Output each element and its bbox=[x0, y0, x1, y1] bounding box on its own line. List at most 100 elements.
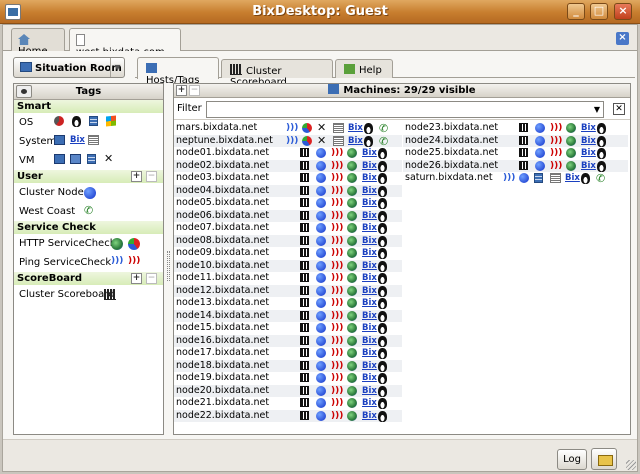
bix-icon[interactable]: Bix bbox=[362, 298, 377, 308]
blue-dot-icon[interactable] bbox=[534, 160, 545, 171]
tag-vm[interactable]: VM ✕ bbox=[14, 151, 163, 170]
bix-icon[interactable]: Bix bbox=[581, 161, 596, 171]
bars-icon[interactable] bbox=[519, 148, 528, 157]
linux-icon[interactable] bbox=[377, 398, 387, 409]
ping-icon[interactable]: ))) bbox=[550, 136, 562, 146]
machine-row[interactable]: node24.bixdata.net))) Bix bbox=[403, 134, 628, 147]
ping-icon[interactable]: ))) bbox=[331, 286, 343, 296]
bix-icon[interactable]: Bix bbox=[362, 311, 377, 321]
bix-icon[interactable]: Bix bbox=[362, 186, 377, 196]
expand-all-button[interactable]: + bbox=[176, 85, 187, 96]
linux-icon[interactable] bbox=[377, 323, 387, 334]
remove-user-tag-button[interactable]: − bbox=[146, 171, 157, 182]
bars-icon[interactable] bbox=[300, 198, 309, 207]
blue-dot-icon[interactable] bbox=[315, 260, 326, 271]
ping-icon[interactable]: ))) bbox=[331, 211, 343, 221]
tag-cluster-nodes[interactable]: Cluster Nodes bbox=[14, 183, 163, 202]
bars-icon[interactable] bbox=[300, 310, 309, 320]
machine-row[interactable]: node19.bixdata.net))) Bix bbox=[174, 372, 402, 385]
bix-icon[interactable]: Bix bbox=[348, 136, 363, 146]
tag-west-coast[interactable]: West Coast ✆ bbox=[14, 202, 163, 221]
machine-row[interactable]: node08.bixdata.net))) Bix bbox=[174, 234, 402, 247]
machine-row[interactable]: node09.bixdata.net))) Bix bbox=[174, 247, 402, 260]
ping-icon[interactable]: ))) bbox=[331, 261, 343, 271]
ping-icon[interactable]: ))) bbox=[286, 123, 298, 133]
ping-icon[interactable]: ))) bbox=[331, 248, 343, 258]
bix-icon[interactable]: Bix bbox=[581, 123, 596, 133]
linux-icon[interactable] bbox=[596, 148, 606, 159]
chevron-down-icon[interactable]: ▼ bbox=[110, 58, 124, 77]
blue-dot-icon[interactable] bbox=[315, 285, 326, 296]
blue-dot-icon[interactable] bbox=[315, 298, 326, 308]
server-icon[interactable] bbox=[534, 173, 543, 183]
tab-home[interactable]: Home bbox=[11, 28, 65, 57]
ping-icon[interactable]: ))) bbox=[550, 123, 562, 133]
phone-icon[interactable]: ✆ bbox=[379, 136, 389, 147]
globe-icon[interactable] bbox=[346, 298, 357, 308]
ping-icon[interactable]: ))) bbox=[331, 398, 343, 408]
globe-icon[interactable] bbox=[346, 198, 357, 208]
panel-splitter[interactable] bbox=[167, 251, 170, 281]
bix-icon[interactable]: Bix bbox=[348, 123, 363, 133]
ping-icon[interactable]: ))) bbox=[331, 148, 343, 158]
tag-os[interactable]: OS bbox=[14, 113, 163, 132]
blue-dot-icon[interactable] bbox=[315, 335, 326, 346]
linux-icon[interactable] bbox=[72, 116, 81, 127]
blue-dot-icon[interactable] bbox=[315, 348, 326, 358]
bars-icon[interactable] bbox=[300, 223, 309, 232]
blue-dot-icon[interactable] bbox=[315, 248, 326, 258]
machine-row[interactable]: node22.bixdata.net))) Bix bbox=[174, 409, 402, 422]
bars-icon[interactable] bbox=[300, 385, 309, 395]
linux-icon[interactable] bbox=[377, 148, 387, 159]
linux-icon[interactable] bbox=[363, 135, 373, 147]
linux-icon[interactable] bbox=[596, 135, 606, 147]
ping-icon[interactable]: ))) bbox=[331, 161, 343, 171]
machine-row[interactable]: node01.bixdata.net))) Bix bbox=[174, 147, 402, 160]
globe-icon[interactable] bbox=[346, 235, 357, 246]
bix-icon[interactable]: Bix bbox=[362, 198, 377, 208]
tag-system[interactable]: System Bix bbox=[14, 132, 163, 151]
linux-icon[interactable] bbox=[377, 235, 387, 247]
ping-icon[interactable]: ))) bbox=[331, 273, 343, 283]
bars-icon[interactable] bbox=[519, 123, 528, 132]
machine-row[interactable]: node16.bixdata.net))) Bix bbox=[174, 334, 402, 347]
globe-icon[interactable] bbox=[346, 310, 357, 321]
globe-icon[interactable] bbox=[565, 160, 576, 171]
globe-icon[interactable] bbox=[346, 210, 357, 221]
bars-icon[interactable] bbox=[300, 298, 309, 307]
linux-icon[interactable] bbox=[377, 173, 387, 184]
filter-input[interactable] bbox=[206, 101, 604, 118]
tab-help[interactable]: Help bbox=[335, 59, 393, 78]
pie-icon[interactable] bbox=[301, 123, 312, 133]
ping-icon[interactable]: ))) bbox=[331, 298, 343, 308]
linux-icon[interactable] bbox=[377, 285, 387, 297]
bars-icon[interactable] bbox=[300, 323, 309, 332]
machine-row[interactable]: node05.bixdata.net))) Bix bbox=[174, 197, 402, 210]
ping-icon[interactable]: ))) bbox=[331, 223, 343, 233]
bars-icon[interactable] bbox=[300, 410, 309, 420]
globe-icon[interactable] bbox=[565, 135, 576, 146]
bars-icon[interactable] bbox=[300, 335, 309, 345]
machine-row[interactable]: node02.bixdata.net))) Bix bbox=[174, 159, 402, 172]
linux-icon[interactable] bbox=[377, 373, 387, 384]
blue-dot-icon[interactable] bbox=[315, 235, 326, 246]
linux-icon[interactable] bbox=[596, 123, 606, 134]
ping-icon[interactable]: ))) bbox=[331, 311, 343, 321]
machine-row[interactable]: node15.bixdata.net))) Bix bbox=[174, 322, 402, 335]
bars-icon[interactable] bbox=[519, 135, 528, 145]
bix-icon[interactable]: Bix bbox=[362, 323, 377, 333]
bars-icon[interactable] bbox=[300, 235, 309, 245]
ping-icon[interactable]: ))) bbox=[331, 411, 343, 421]
bix-icon[interactable]: Bix bbox=[362, 161, 377, 171]
blue-dot-icon[interactable] bbox=[315, 185, 326, 196]
bix-icon[interactable]: Bix bbox=[362, 398, 377, 408]
tag-http-check[interactable]: HTTP ServiceCheck bbox=[14, 234, 163, 253]
blue-dot-icon[interactable] bbox=[518, 173, 529, 183]
rack-icon[interactable] bbox=[549, 173, 561, 183]
ping-icon[interactable]: ))) bbox=[331, 236, 343, 246]
globe-icon[interactable] bbox=[565, 148, 576, 158]
machine-row[interactable]: mars.bixdata.net))) ✕ Bix ✆ bbox=[174, 122, 402, 135]
ping-icon[interactable]: ))) bbox=[331, 173, 343, 183]
machine-row[interactable]: node11.bixdata.net))) Bix bbox=[174, 272, 402, 285]
mail-icon[interactable] bbox=[591, 448, 617, 470]
